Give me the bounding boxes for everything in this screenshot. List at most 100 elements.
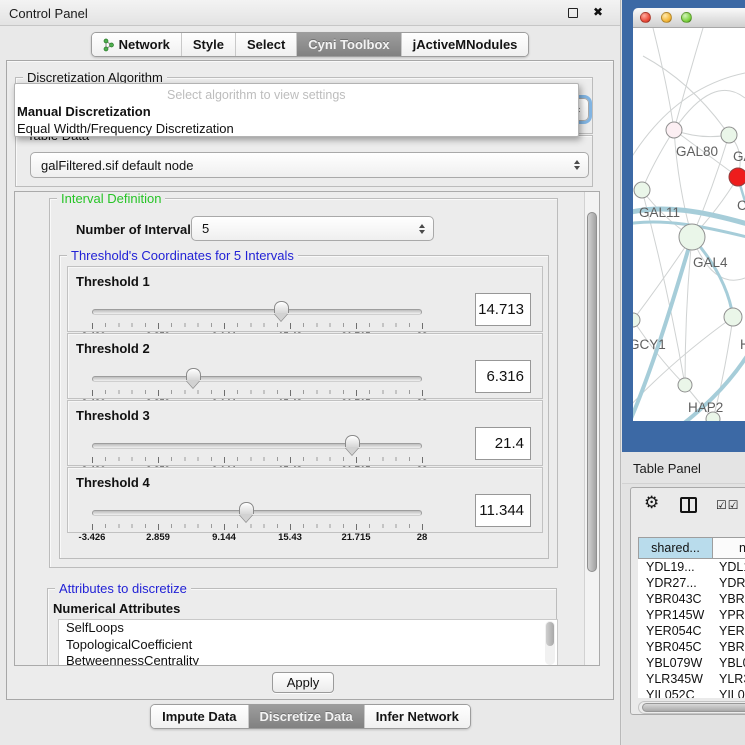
bottom-tab-bar: Impute Data Discretize Data Infer Networ… xyxy=(0,704,621,729)
tab-label: Style xyxy=(193,37,224,52)
apply-button[interactable]: Apply xyxy=(272,672,334,693)
table-row[interactable]: YER054CYER0 xyxy=(638,623,745,639)
panel-title: Control Panel xyxy=(9,6,88,21)
cell[interactable]: YBR045C xyxy=(638,640,713,654)
tab-impute-data[interactable]: Impute Data xyxy=(151,705,247,728)
column-header-shared-name[interactable]: shared... xyxy=(639,538,713,558)
cell[interactable]: YBR043C xyxy=(638,592,713,606)
cell[interactable]: YIL0 xyxy=(713,688,745,698)
cell[interactable]: YDL1 xyxy=(713,560,745,574)
dropdown-option-equal-width-frequency[interactable]: Equal Width/Frequency Discretization xyxy=(17,121,234,136)
tab-label: Network xyxy=(119,37,170,52)
column-layout-icon[interactable] xyxy=(680,497,697,513)
dropdown-hint-option[interactable]: Select algorithm to view settings xyxy=(167,88,346,102)
table-row[interactable]: YBL079WYBL0 xyxy=(638,655,745,671)
cell[interactable]: YPR1 xyxy=(713,608,745,622)
network-canvas[interactable]: GAL80 GA GAL11 C GAL4 GCY1 H HAP2 xyxy=(633,28,745,421)
tab-jactivemnodules[interactable]: jActiveMNodules xyxy=(401,33,529,56)
node-gcy1[interactable] xyxy=(633,313,640,327)
cell[interactable]: YBR0 xyxy=(713,640,745,654)
tab-style[interactable]: Style xyxy=(181,33,235,56)
network-window-titlebar[interactable] xyxy=(633,8,745,28)
cell[interactable]: YER054C xyxy=(638,624,713,638)
close-traffic-light-icon[interactable] xyxy=(640,12,651,23)
tab-label: Impute Data xyxy=(162,709,236,724)
dropdown-option-manual-discretization[interactable]: Manual Discretization xyxy=(17,104,151,119)
threshold-label: Threshold 3 xyxy=(76,408,150,423)
table-row[interactable]: YBR043CYBR0 xyxy=(638,591,745,607)
cell[interactable]: YLR345W xyxy=(638,672,713,686)
threshold-value-field[interactable]: 11.344 xyxy=(475,494,531,527)
settings-scrollpane: Interval Definition Number of Intervals … xyxy=(14,191,600,666)
node-label: GAL11 xyxy=(639,205,680,220)
cell[interactable]: YDR27... xyxy=(638,576,713,590)
network-graph: GAL80 GA GAL11 C GAL4 GCY1 H HAP2 xyxy=(633,28,745,421)
table-row[interactable]: YDR27...YDR2 xyxy=(638,575,745,591)
cell[interactable]: YBR0 xyxy=(713,592,745,606)
node-selected-red[interactable] xyxy=(729,168,745,186)
slider-ticks: -3.4262.8599.14415.4321.71528 xyxy=(92,457,422,463)
table-row[interactable]: YLR345WYLR3 xyxy=(638,671,745,687)
threshold-value-field[interactable]: 21.4 xyxy=(475,427,531,460)
cell[interactable]: YDL19... xyxy=(638,560,713,574)
table-row[interactable]: YIL052CYIL0 xyxy=(638,687,745,698)
tab-network[interactable]: Network xyxy=(92,33,181,56)
table-data-select[interactable]: galFiltered.sif default node xyxy=(30,152,589,178)
cell[interactable]: YBL079W xyxy=(638,656,713,670)
node-label: H xyxy=(740,337,745,352)
threshold-slider-4: -3.4262.8599.14415.4321.71528 xyxy=(92,502,422,544)
table-row[interactable]: YBR045CYBR0 xyxy=(638,639,745,655)
node-gal4[interactable] xyxy=(679,224,705,250)
tab-infer-network[interactable]: Infer Network xyxy=(364,705,470,728)
node-gal80[interactable] xyxy=(666,122,682,138)
float-window-icon[interactable] xyxy=(568,8,578,18)
node-hap2[interactable] xyxy=(678,378,692,392)
slider-track[interactable] xyxy=(92,443,422,449)
tab-label: Select xyxy=(247,37,285,52)
number-of-intervals-value: 5 xyxy=(202,221,209,236)
slider-track[interactable] xyxy=(92,376,422,382)
scrollbar-thumb[interactable] xyxy=(587,212,597,572)
slider-thumb[interactable] xyxy=(186,368,201,380)
table-row[interactable]: YDL19...YDL1 xyxy=(638,559,745,575)
threshold-value-field[interactable]: 14.713 xyxy=(475,293,531,326)
gear-icon[interactable]: ⚙ xyxy=(644,494,659,511)
list-item[interactable]: TopologicalCoefficient xyxy=(59,637,557,654)
table-panel-region: ⚙ ☑☑ shared... n YDL19...YDL1 YDR27...YD… xyxy=(622,484,745,745)
cell[interactable]: YIL052C xyxy=(638,688,713,698)
node-gal11[interactable] xyxy=(634,182,650,198)
column-header-name[interactable]: n xyxy=(713,538,745,558)
tab-discretize-data[interactable]: Discretize Data xyxy=(248,705,364,728)
threshold-value-field[interactable]: 6.316 xyxy=(475,360,531,393)
cyni-toolbox-panel: Discretization Algorithm Select algorith… xyxy=(6,60,614,700)
list-item[interactable]: SelfLoops xyxy=(59,620,557,637)
slider-thumb[interactable] xyxy=(274,301,289,313)
cell[interactable]: YPR145W xyxy=(638,608,713,622)
slider-thumb[interactable] xyxy=(345,435,360,447)
slider-thumb[interactable] xyxy=(239,502,254,514)
node-ga[interactable] xyxy=(721,127,737,143)
node-h[interactable] xyxy=(724,308,742,326)
tab-select[interactable]: Select xyxy=(235,33,296,56)
cell[interactable]: YLR3 xyxy=(713,672,745,686)
cell[interactable]: YBL0 xyxy=(713,656,745,670)
cell[interactable]: YER0 xyxy=(713,624,745,638)
table-row[interactable]: YPR145WYPR1 xyxy=(638,607,745,623)
zoom-traffic-light-icon[interactable] xyxy=(681,12,692,23)
list-item[interactable]: BetweennessCentrality xyxy=(59,653,557,666)
list-scrollbar[interactable] xyxy=(545,621,555,665)
number-of-intervals-select[interactable]: 5 xyxy=(191,216,434,241)
slider-track[interactable] xyxy=(92,510,422,516)
scrollbar-thumb[interactable] xyxy=(642,703,745,712)
minimize-traffic-light-icon[interactable] xyxy=(661,12,672,23)
number-of-intervals-label: Number of Intervals xyxy=(76,222,198,237)
close-icon[interactable]: ✖ xyxy=(593,6,603,18)
threshold-row-1: Threshold 1 -3.4262.8599.14415.4321.7152… xyxy=(67,266,543,332)
slider-track[interactable] xyxy=(92,309,422,315)
network-view-frame: GAL80 GA GAL11 C GAL4 GCY1 H HAP2 xyxy=(622,0,745,452)
application-root: Control Panel ✖ Network Style xyxy=(0,0,745,745)
tab-cyni-toolbox[interactable]: Cyni Toolbox xyxy=(296,33,400,56)
select-columns-icon[interactable]: ☑☑ xyxy=(716,498,740,512)
algorithm-dropdown-popup: Select algorithm to view settings Manual… xyxy=(14,83,579,137)
cell[interactable]: YDR2 xyxy=(713,576,745,590)
